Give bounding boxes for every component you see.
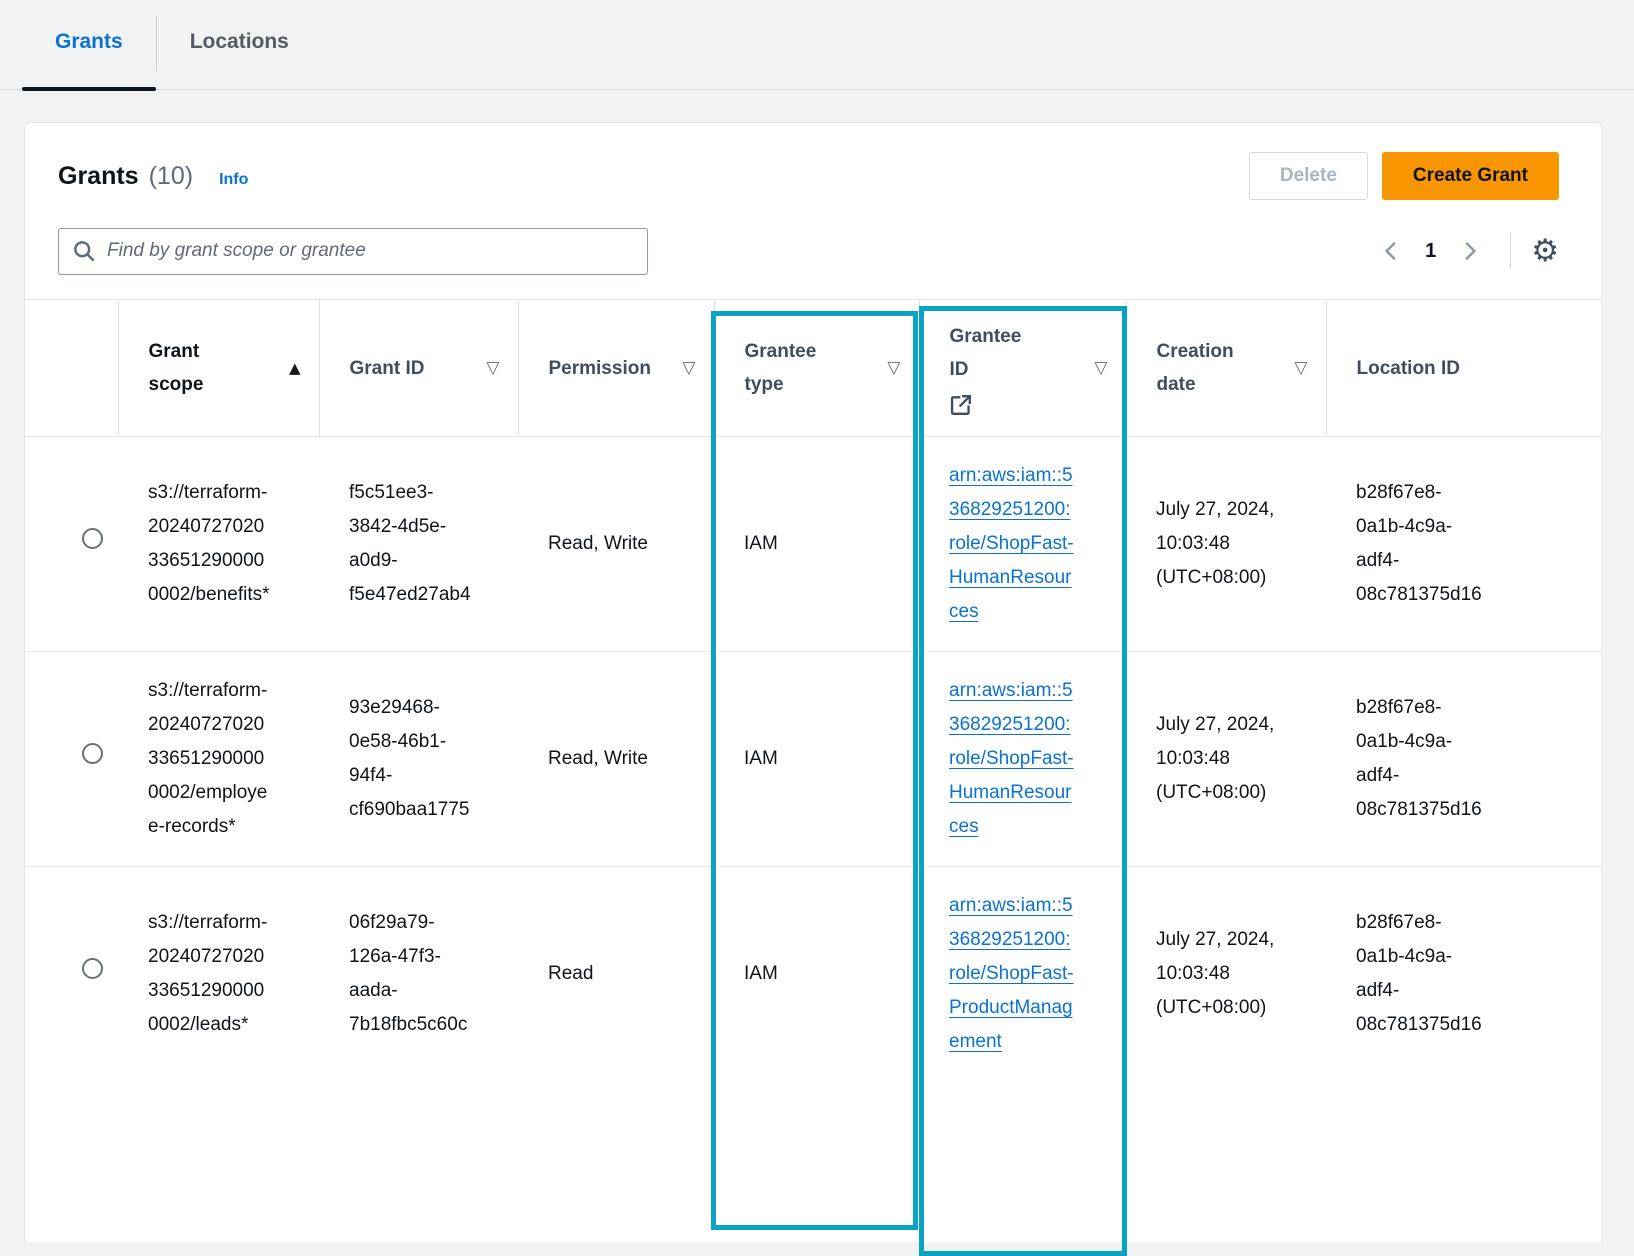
gear-icon: ⚙ [1531,233,1559,269]
cell-permission: Read, Write [548,742,674,776]
pager-divider [1510,233,1511,269]
cell-creation-date: July 27, 2024, 10:03:48 (UTC+08:00) [1156,708,1282,810]
column-header-location-id[interactable]: Location ID [1326,300,1601,437]
grants-table: Grant scope ▲ Grant ID ▽ Permission ▽ [25,299,1601,1081]
sort-descending-icon: ▽ [1094,358,1107,378]
cell-grant-id: f5c51ee3-3842-4d5e-a0d9-f5e47ed27ab4 [349,476,475,612]
column-header-grantee-id[interactable]: Grantee ID ▽ [919,300,1126,437]
current-page-number[interactable]: 1 [1425,240,1436,263]
delete-button[interactable]: Delete [1249,152,1368,200]
column-label-grant-scope: Grant scope [149,335,213,401]
cell-permission: Read [548,957,674,991]
cell-permission: Read, Write [548,527,674,561]
chevron-right-icon [1460,240,1480,262]
column-header-grant-id[interactable]: Grant ID ▽ [319,300,518,437]
sort-ascending-icon: ▲ [289,359,301,377]
column-label-permission: Permission [549,352,651,385]
table-row: s3://terraform-2024072702033651290000000… [25,652,1601,867]
column-header-creation-date[interactable]: Creation date ▽ [1126,300,1326,437]
table-header-row: Grant scope ▲ Grant ID ▽ Permission ▽ [25,300,1601,437]
tabs-bar: Grants Locations [0,0,1634,90]
pagination: 1 ⚙ [1375,233,1559,269]
tab-grants[interactable]: Grants [22,0,156,89]
sort-descending-icon: ▽ [1294,358,1307,378]
page-title: Grants [58,162,139,191]
cell-creation-date: July 27, 2024, 10:03:48 (UTC+08:00) [1156,923,1282,1025]
cell-creation-date: July 27, 2024, 10:03:48 (UTC+08:00) [1156,493,1282,595]
column-label-location-id: Location ID [1357,352,1460,385]
grants-count: (10) [149,162,193,191]
external-link-icon [950,394,1034,416]
column-label-grantee-id: Grantee ID [950,320,1034,386]
column-label-creation-date: Creation date [1157,335,1245,401]
grantee-id-link[interactable]: arn:aws:iam::536829251200:role/ShopFast-… [949,459,1075,629]
sort-descending-icon: ▽ [887,358,900,378]
cell-grantee-type: IAM [744,957,870,991]
info-link[interactable]: Info [219,171,248,189]
column-header-permission[interactable]: Permission ▽ [518,300,714,437]
sort-descending-icon: ▽ [682,358,695,378]
next-page-button[interactable] [1454,234,1486,268]
cell-grant-scope: s3://terraform-2024072702033651290000000… [148,476,274,612]
grantee-id-link[interactable]: arn:aws:iam::536829251200:role/ShopFast-… [949,889,1075,1059]
cell-grant-id: 93e29468-0e58-46b1-94f4-cf690baa1775 [349,691,475,827]
cell-location-id: b28f67e8-0a1b-4c9a-adf4-08c781375d16 [1356,476,1482,612]
grants-panel: Grants (10) Info Delete Create Grant [24,122,1602,1242]
settings-button[interactable]: ⚙ [1531,236,1559,267]
tab-locations[interactable]: Locations [157,0,322,89]
search-icon [73,240,95,262]
row-select-radio[interactable] [82,958,103,979]
cell-grant-id: 06f29a79-126a-47f3-aada-7b18fbc5c60c [349,906,475,1042]
column-label-grantee-type: Grantee type [745,335,829,401]
sort-descending-icon: ▽ [486,358,499,378]
row-select-radio[interactable] [82,743,103,764]
cell-location-id: b28f67e8-0a1b-4c9a-adf4-08c781375d16 [1356,691,1482,827]
column-header-grant-scope[interactable]: Grant scope ▲ [118,300,319,437]
column-label-grant-id: Grant ID [350,352,425,385]
cell-grant-scope: s3://terraform-2024072702033651290000000… [148,906,274,1042]
search-box [58,228,648,275]
table-row: s3://terraform-2024072702033651290000000… [25,867,1601,1082]
cell-grantee-type: IAM [744,527,870,561]
grantee-id-link[interactable]: arn:aws:iam::536829251200:role/ShopFast-… [949,674,1075,844]
cell-grantee-type: IAM [744,742,870,776]
column-header-grantee-type[interactable]: Grantee type ▽ [714,300,919,437]
previous-page-button[interactable] [1375,234,1407,268]
table-row: s3://terraform-2024072702033651290000000… [25,437,1601,652]
row-select-radio[interactable] [82,528,103,549]
cell-location-id: b28f67e8-0a1b-4c9a-adf4-08c781375d16 [1356,906,1482,1042]
chevron-left-icon [1381,240,1401,262]
cell-grant-scope: s3://terraform-2024072702033651290000000… [148,674,274,844]
select-all-header [25,300,118,437]
create-grant-button[interactable]: Create Grant [1382,152,1559,200]
search-input[interactable] [105,239,633,263]
